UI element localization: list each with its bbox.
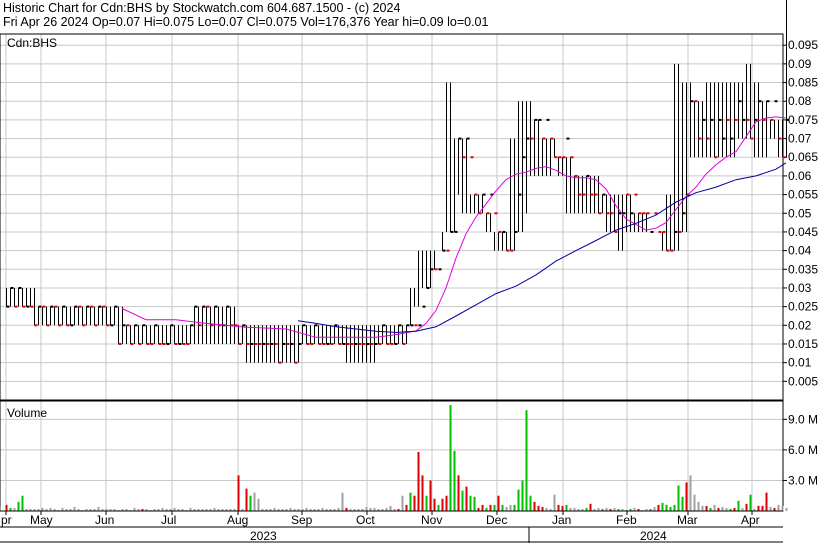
price-tick-label: 0.06 bbox=[788, 169, 812, 183]
month-label: Dec bbox=[486, 513, 507, 527]
price-tick-label: 0.055 bbox=[788, 188, 818, 202]
month-label: Jun bbox=[95, 513, 114, 527]
price-tick-label: 0.095 bbox=[788, 38, 818, 52]
price-panel-label: Cdn:BHS bbox=[7, 36, 57, 50]
price-volume-chart: Cdn:BHS Volume 0.0950.090.0850.080.0750.… bbox=[0, 0, 818, 543]
price-tick-label: 0.09 bbox=[788, 57, 812, 71]
price-tick-label: 0.08 bbox=[788, 94, 812, 108]
price-tick-label: 0.035 bbox=[788, 262, 818, 276]
price-panel-frame bbox=[0, 33, 784, 401]
month-label: May bbox=[30, 513, 53, 527]
price-tick-label: 0.07 bbox=[788, 132, 812, 146]
month-label: pr bbox=[1, 513, 12, 527]
volume-tick-label: 3.0 M bbox=[788, 473, 818, 487]
volume-axis-labels: 9.0 M 6.0 M 3.0 M bbox=[783, 412, 818, 487]
price-tick-label: 0.03 bbox=[788, 281, 812, 295]
price-tick-label: 0.02 bbox=[788, 318, 812, 332]
price-axis-labels: 0.095 0.09 0.085 0.08 0.075 0.07 0.065 0.06 0.05… bbox=[783, 38, 818, 388]
volume-tick-label: 6.0 M bbox=[788, 443, 818, 457]
month-label: Mar bbox=[677, 513, 698, 527]
month-label: Feb bbox=[616, 513, 637, 527]
price-bars bbox=[6, 0, 790, 364]
price-tick-label: 0.015 bbox=[788, 337, 818, 351]
price-tick-label: 0.085 bbox=[788, 76, 818, 90]
price-tick-label: 0.005 bbox=[788, 374, 818, 388]
month-label: Jan bbox=[552, 513, 571, 527]
price-tick-label: 0.01 bbox=[788, 356, 812, 370]
year-label: 2023 bbox=[250, 529, 277, 543]
year-label: 2024 bbox=[640, 529, 667, 543]
volume-panel-frame bbox=[0, 400, 784, 512]
year-axis: 2023 2024 bbox=[0, 527, 783, 543]
month-label: Sep bbox=[291, 513, 313, 527]
volume-panel-label: Volume bbox=[7, 406, 47, 420]
month-label: Jul bbox=[161, 513, 176, 527]
price-tick-label: 0.04 bbox=[788, 244, 812, 258]
volume-bars bbox=[0, 405, 788, 511]
price-tick-label: 0.05 bbox=[788, 206, 812, 220]
price-tick-label: 0.065 bbox=[788, 150, 818, 164]
month-label: Nov bbox=[421, 513, 442, 527]
grid-lines bbox=[0, 34, 783, 511]
price-tick-label: 0.075 bbox=[788, 113, 818, 127]
month-label: Apr bbox=[741, 513, 760, 527]
month-label: Oct bbox=[356, 513, 375, 527]
month-axis: pr May Jun Jul Aug Sep Oct Nov Dec Jan Feb Mar Apr bbox=[0, 510, 783, 528]
price-tick-label: 0.045 bbox=[788, 225, 818, 239]
month-label: Aug bbox=[227, 513, 248, 527]
stock-chart-window: Historic Chart for Cdn:BHS by Stockwatch… bbox=[0, 0, 830, 543]
volume-tick-label: 9.0 M bbox=[788, 412, 818, 426]
price-tick-label: 0.025 bbox=[788, 300, 818, 314]
